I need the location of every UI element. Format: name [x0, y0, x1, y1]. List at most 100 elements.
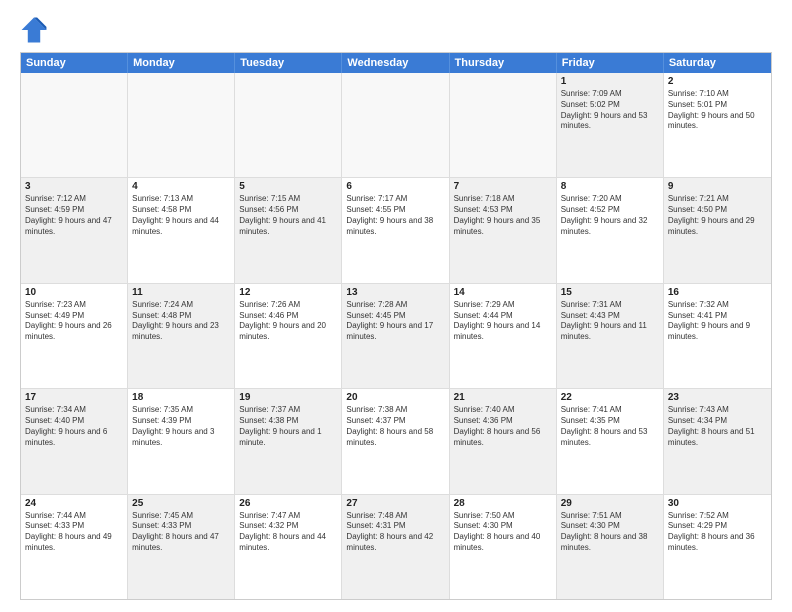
- calendar-row-0: 1Sunrise: 7:09 AM Sunset: 5:02 PM Daylig…: [21, 73, 771, 177]
- day-info: Sunrise: 7:10 AM Sunset: 5:01 PM Dayligh…: [668, 89, 767, 132]
- day-number: 24: [25, 498, 123, 509]
- day-number: 27: [346, 498, 444, 509]
- calendar-header-monday: Monday: [128, 53, 235, 73]
- day-number: 11: [132, 287, 230, 298]
- day-info: Sunrise: 7:37 AM Sunset: 4:38 PM Dayligh…: [239, 405, 337, 448]
- day-info: Sunrise: 7:38 AM Sunset: 4:37 PM Dayligh…: [346, 405, 444, 448]
- day-number: 3: [25, 181, 123, 192]
- day-info: Sunrise: 7:41 AM Sunset: 4:35 PM Dayligh…: [561, 405, 659, 448]
- calendar-cell-19: 19 Sunrise: 7:37 AM Sunset: 4:38 PM Dayli…: [235, 389, 342, 493]
- calendar-cell-15: 15Sunrise: 7:31 AM Sunset: 4:43 PM Dayli…: [557, 284, 664, 388]
- calendar-cell-11: 11 Sunrise: 7:24 AM Sunset: 4:48 PM Dayli…: [128, 284, 235, 388]
- calendar-header-tuesday: Tuesday: [235, 53, 342, 73]
- calendar-cell-17: 17 Sunrise: 7:34 AM Sunset: 4:40 PM Dayli…: [21, 389, 128, 493]
- calendar: SundayMondayTuesdayWednesdayThursdayFrid…: [20, 52, 772, 600]
- day-info: Sunrise: 7:34 AM Sunset: 4:40 PM Dayligh…: [25, 405, 123, 448]
- day-number: 12: [239, 287, 337, 298]
- calendar-cell-22: 22 Sunrise: 7:41 AM Sunset: 4:35 PM Dayli…: [557, 389, 664, 493]
- calendar-header-sunday: Sunday: [21, 53, 128, 73]
- day-info: Sunrise: 7:35 AM Sunset: 4:39 PM Dayligh…: [132, 405, 230, 448]
- day-info: Sunrise: 7:15 AM Sunset: 4:56 PM Dayligh…: [239, 194, 337, 237]
- day-number: 17: [25, 392, 123, 403]
- day-number: 13: [346, 287, 444, 298]
- day-info: Sunrise: 7:32 AM Sunset: 4:41 PM Dayligh…: [668, 300, 767, 343]
- calendar-cell-6: 6 Sunrise: 7:17 AM Sunset: 4:55 PM Daylig…: [342, 178, 449, 282]
- day-number: 9: [668, 181, 767, 192]
- day-info: Sunrise: 7:09 AM Sunset: 5:02 PM Dayligh…: [561, 89, 659, 132]
- calendar-cell-10: 10 Sunrise: 7:23 AM Sunset: 4:49 PM Dayli…: [21, 284, 128, 388]
- day-number: 22: [561, 392, 659, 403]
- day-info: Sunrise: 7:31 AM Sunset: 4:43 PM Dayligh…: [561, 300, 659, 343]
- day-info: Sunrise: 7:52 AM Sunset: 4:29 PM Dayligh…: [668, 511, 767, 554]
- calendar-cell-empty-0-3: [342, 73, 449, 177]
- calendar-cell-empty-0-1: [128, 73, 235, 177]
- calendar-header-wednesday: Wednesday: [342, 53, 449, 73]
- calendar-header-thursday: Thursday: [450, 53, 557, 73]
- day-number: 6: [346, 181, 444, 192]
- day-info: Sunrise: 7:40 AM Sunset: 4:36 PM Dayligh…: [454, 405, 552, 448]
- day-number: 26: [239, 498, 337, 509]
- calendar-cell-26: 26 Sunrise: 7:47 AM Sunset: 4:32 PM Dayli…: [235, 495, 342, 599]
- day-info: Sunrise: 7:44 AM Sunset: 4:33 PM Dayligh…: [25, 511, 123, 554]
- day-number: 4: [132, 181, 230, 192]
- day-number: 7: [454, 181, 552, 192]
- calendar-row-3: 17 Sunrise: 7:34 AM Sunset: 4:40 PM Dayli…: [21, 388, 771, 493]
- calendar-cell-24: 24 Sunrise: 7:44 AM Sunset: 4:33 PM Dayli…: [21, 495, 128, 599]
- calendar-cell-8: 8 Sunrise: 7:20 AM Sunset: 4:52 PM Daylig…: [557, 178, 664, 282]
- day-info: Sunrise: 7:43 AM Sunset: 4:34 PM Dayligh…: [668, 405, 767, 448]
- calendar-cell-29: 29 Sunrise: 7:51 AM Sunset: 4:30 PM Dayli…: [557, 495, 664, 599]
- calendar-cell-7: 7 Sunrise: 7:18 AM Sunset: 4:53 PM Daylig…: [450, 178, 557, 282]
- day-number: 30: [668, 498, 767, 509]
- day-number: 21: [454, 392, 552, 403]
- calendar-cell-1: 1Sunrise: 7:09 AM Sunset: 5:02 PM Daylig…: [557, 73, 664, 177]
- calendar-row-4: 24 Sunrise: 7:44 AM Sunset: 4:33 PM Dayli…: [21, 494, 771, 599]
- day-number: 19: [239, 392, 337, 403]
- calendar-cell-4: 4 Sunrise: 7:13 AM Sunset: 4:58 PM Daylig…: [128, 178, 235, 282]
- calendar-row-1: 3 Sunrise: 7:12 AM Sunset: 4:59 PM Daylig…: [21, 177, 771, 282]
- day-info: Sunrise: 7:51 AM Sunset: 4:30 PM Dayligh…: [561, 511, 659, 554]
- calendar-cell-2: 2 Sunrise: 7:10 AM Sunset: 5:01 PM Daylig…: [664, 73, 771, 177]
- day-number: 28: [454, 498, 552, 509]
- day-number: 2: [668, 76, 767, 87]
- header: [20, 16, 772, 44]
- calendar-header-friday: Friday: [557, 53, 664, 73]
- calendar-cell-27: 27 Sunrise: 7:48 AM Sunset: 4:31 PM Dayli…: [342, 495, 449, 599]
- calendar-cell-empty-0-4: [450, 73, 557, 177]
- calendar-cell-5: 5Sunrise: 7:15 AM Sunset: 4:56 PM Daylig…: [235, 178, 342, 282]
- day-info: Sunrise: 7:50 AM Sunset: 4:30 PM Dayligh…: [454, 511, 552, 554]
- calendar-cell-3: 3 Sunrise: 7:12 AM Sunset: 4:59 PM Daylig…: [21, 178, 128, 282]
- day-info: Sunrise: 7:48 AM Sunset: 4:31 PM Dayligh…: [346, 511, 444, 554]
- day-info: Sunrise: 7:28 AM Sunset: 4:45 PM Dayligh…: [346, 300, 444, 343]
- day-info: Sunrise: 7:18 AM Sunset: 4:53 PM Dayligh…: [454, 194, 552, 237]
- calendar-cell-23: 23Sunrise: 7:43 AM Sunset: 4:34 PM Dayli…: [664, 389, 771, 493]
- day-number: 29: [561, 498, 659, 509]
- day-info: Sunrise: 7:23 AM Sunset: 4:49 PM Dayligh…: [25, 300, 123, 343]
- day-info: Sunrise: 7:45 AM Sunset: 4:33 PM Dayligh…: [132, 511, 230, 554]
- day-info: Sunrise: 7:21 AM Sunset: 4:50 PM Dayligh…: [668, 194, 767, 237]
- calendar-cell-empty-0-2: [235, 73, 342, 177]
- day-info: Sunrise: 7:12 AM Sunset: 4:59 PM Dayligh…: [25, 194, 123, 237]
- day-number: 20: [346, 392, 444, 403]
- calendar-header: SundayMondayTuesdayWednesdayThursdayFrid…: [21, 53, 771, 73]
- calendar-row-2: 10 Sunrise: 7:23 AM Sunset: 4:49 PM Dayli…: [21, 283, 771, 388]
- day-info: Sunrise: 7:29 AM Sunset: 4:44 PM Dayligh…: [454, 300, 552, 343]
- day-info: Sunrise: 7:47 AM Sunset: 4:32 PM Dayligh…: [239, 511, 337, 554]
- calendar-cell-18: 18Sunrise: 7:35 AM Sunset: 4:39 PM Dayli…: [128, 389, 235, 493]
- page: SundayMondayTuesdayWednesdayThursdayFrid…: [0, 0, 792, 612]
- calendar-cell-20: 20 Sunrise: 7:38 AM Sunset: 4:37 PM Dayli…: [342, 389, 449, 493]
- calendar-header-saturday: Saturday: [664, 53, 771, 73]
- day-info: Sunrise: 7:17 AM Sunset: 4:55 PM Dayligh…: [346, 194, 444, 237]
- calendar-cell-25: 25 Sunrise: 7:45 AM Sunset: 4:33 PM Dayli…: [128, 495, 235, 599]
- calendar-cell-12: 12 Sunrise: 7:26 AM Sunset: 4:46 PM Dayli…: [235, 284, 342, 388]
- day-number: 25: [132, 498, 230, 509]
- calendar-cell-16: 16Sunrise: 7:32 AM Sunset: 4:41 PM Dayli…: [664, 284, 771, 388]
- day-number: 10: [25, 287, 123, 298]
- calendar-cell-30: 30 Sunrise: 7:52 AM Sunset: 4:29 PM Dayli…: [664, 495, 771, 599]
- calendar-cell-empty-0-0: [21, 73, 128, 177]
- day-info: Sunrise: 7:24 AM Sunset: 4:48 PM Dayligh…: [132, 300, 230, 343]
- day-info: Sunrise: 7:13 AM Sunset: 4:58 PM Dayligh…: [132, 194, 230, 237]
- day-number: 8: [561, 181, 659, 192]
- day-info: Sunrise: 7:26 AM Sunset: 4:46 PM Dayligh…: [239, 300, 337, 343]
- calendar-body: 1Sunrise: 7:09 AM Sunset: 5:02 PM Daylig…: [21, 73, 771, 599]
- day-info: Sunrise: 7:20 AM Sunset: 4:52 PM Dayligh…: [561, 194, 659, 237]
